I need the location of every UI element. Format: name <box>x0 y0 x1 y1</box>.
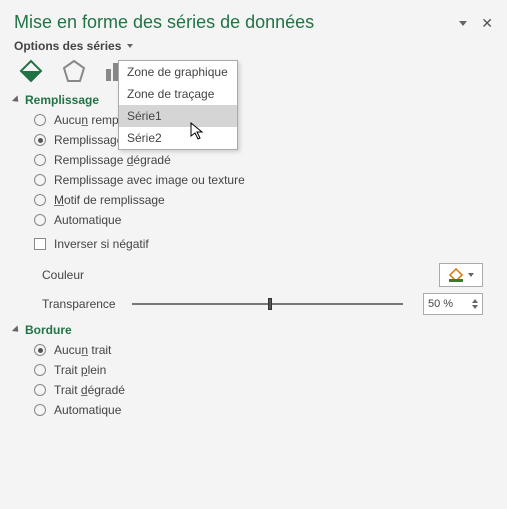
radio-icon <box>34 364 46 376</box>
series-options-label: Options des séries <box>14 39 121 53</box>
border-auto-radio[interactable]: Automatique <box>34 403 493 417</box>
radio-icon <box>34 344 46 356</box>
radio-icon <box>34 214 46 226</box>
slider-thumb-icon <box>268 298 272 310</box>
invert-negative-checkbox[interactable]: Inverser si négatif <box>34 237 493 251</box>
checkbox-icon <box>34 238 46 250</box>
spinner-icon <box>472 299 478 309</box>
series-options-dropdown[interactable]: Options des séries <box>14 39 493 53</box>
pane-title: Mise en forme des séries de données <box>14 12 314 33</box>
fill-none-radio[interactable]: Aucun remplissage <box>34 113 493 127</box>
collapse-icon <box>12 95 21 104</box>
radio-icon <box>34 174 46 186</box>
color-label: Couleur <box>42 268 122 282</box>
fill-section-header[interactable]: Remplissage <box>14 93 493 107</box>
radio-icon <box>34 404 46 416</box>
transparency-slider[interactable] <box>132 303 403 305</box>
collapse-icon <box>12 325 21 334</box>
dropdown-item-series1[interactable]: Série1 <box>119 105 237 127</box>
transparency-input[interactable]: 50 % <box>423 293 483 315</box>
transparency-label: Transparence <box>42 297 122 311</box>
dropdown-item-plot-area[interactable]: Zone de traçage <box>119 83 237 105</box>
paint-bucket-icon <box>448 268 464 282</box>
border-none-radio[interactable]: Aucun trait <box>34 343 493 357</box>
series-selection-dropdown: Zone de graphique Zone de traçage Série1… <box>118 60 238 150</box>
border-gradient-radio[interactable]: Trait dégradé <box>34 383 493 397</box>
effects-tab-icon[interactable] <box>62 59 86 83</box>
border-section-header[interactable]: Bordure <box>14 323 493 337</box>
dropdown-item-series2[interactable]: Série2 <box>119 127 237 149</box>
fill-color-button[interactable] <box>439 263 483 287</box>
fill-line-tab-icon[interactable] <box>18 59 44 83</box>
chevron-down-icon <box>127 44 133 48</box>
dropdown-item-chart-area[interactable]: Zone de graphique <box>119 61 237 83</box>
radio-icon <box>34 384 46 396</box>
radio-icon <box>34 114 46 126</box>
fill-auto-radio[interactable]: Automatique <box>34 213 493 227</box>
radio-icon <box>34 154 46 166</box>
chevron-down-icon <box>468 273 474 277</box>
radio-icon <box>34 134 46 146</box>
task-pane-options-icon[interactable] <box>459 21 467 26</box>
radio-icon <box>34 194 46 206</box>
fill-picture-radio[interactable]: Remplissage avec image ou texture <box>34 173 493 187</box>
fill-pattern-radio[interactable]: Motif de remplissage <box>34 193 493 207</box>
fill-solid-radio[interactable]: Remplissage uni <box>34 133 493 147</box>
fill-gradient-radio[interactable]: Remplissage dégradé <box>34 153 493 167</box>
border-solid-radio[interactable]: Trait plein <box>34 363 493 377</box>
close-icon[interactable]: ✕ <box>481 15 493 32</box>
